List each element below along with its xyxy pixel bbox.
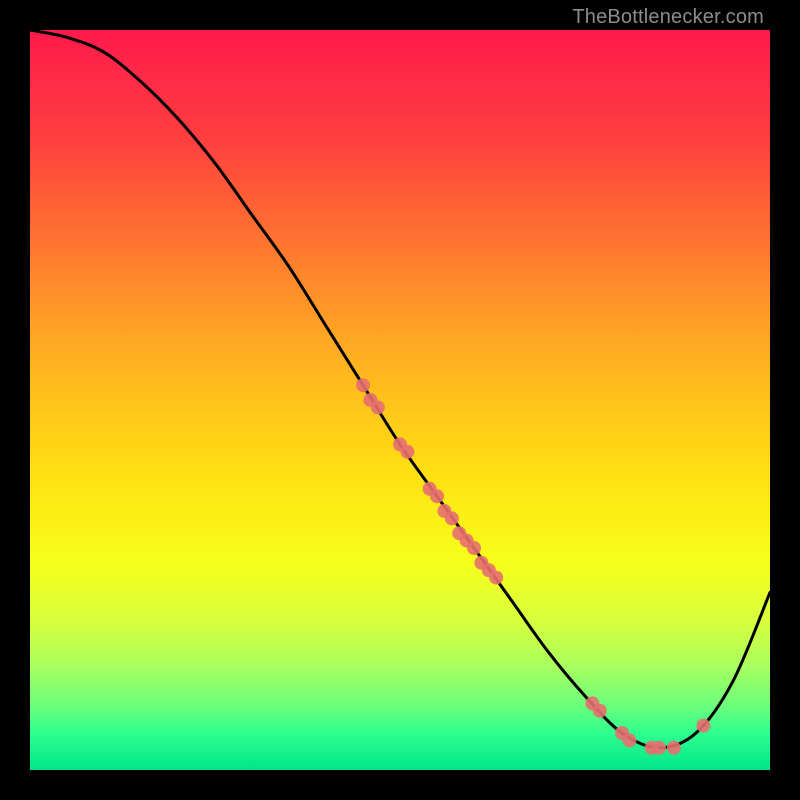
marker-point — [667, 741, 681, 755]
marker-point — [445, 511, 459, 525]
marker-point — [489, 571, 503, 585]
bottleneck-chart — [30, 30, 770, 770]
watermark-text: TheBottlenecker.com — [572, 6, 764, 29]
marker-point — [622, 733, 636, 747]
marker-point — [593, 704, 607, 718]
marker-point — [467, 541, 481, 555]
marker-point — [696, 719, 710, 733]
marker-point — [430, 489, 444, 503]
marker-point — [400, 445, 414, 459]
marker-point — [356, 378, 370, 392]
chart-background — [30, 30, 770, 770]
marker-point — [371, 400, 385, 414]
marker-point — [652, 741, 666, 755]
